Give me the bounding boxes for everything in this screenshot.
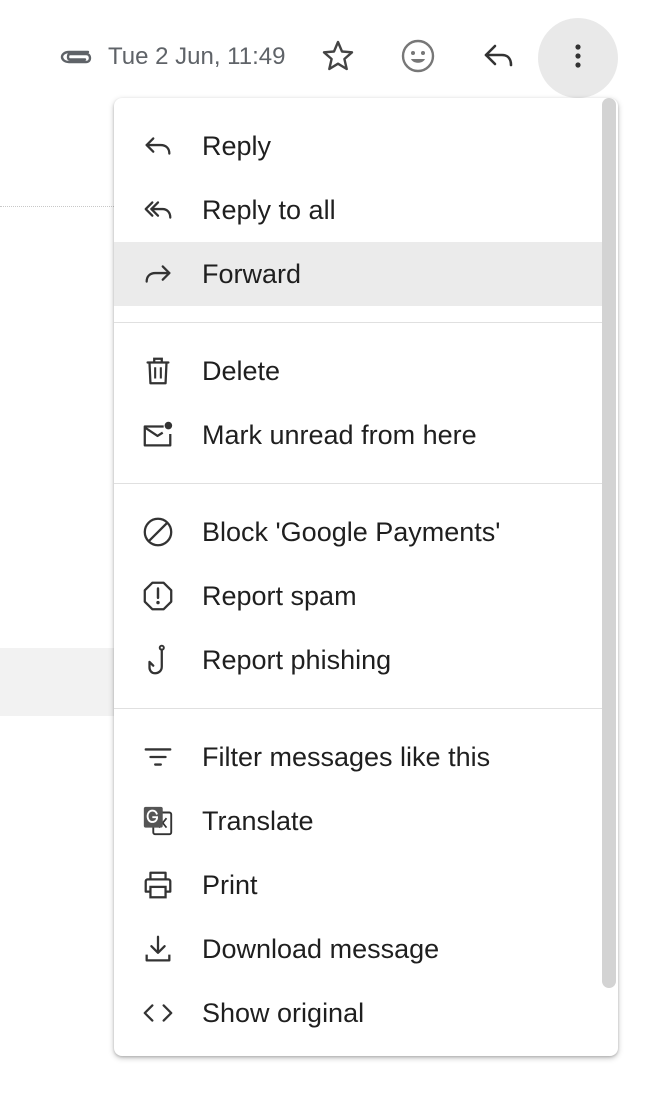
- menu-item-label: Print: [202, 870, 258, 900]
- menu-divider: [114, 322, 602, 323]
- add-reaction-button[interactable]: [378, 18, 458, 98]
- menu-item-show-original[interactable]: Show original: [114, 981, 602, 1045]
- paperclip-icon: [58, 42, 94, 70]
- menu-item-filter-messages[interactable]: Filter messages like this: [114, 725, 602, 789]
- menu-item-forward[interactable]: Forward: [114, 242, 602, 306]
- menu-item-label: Reply: [202, 131, 272, 161]
- background-row: [0, 648, 114, 716]
- report-spam-icon: [140, 578, 176, 614]
- menu-scrollbar-thumb[interactable]: [602, 98, 616, 988]
- more-vert-icon: [560, 38, 596, 79]
- star-button[interactable]: [298, 18, 378, 98]
- reply-all-icon: [140, 192, 176, 228]
- menu-items: Reply Reply to all Forward Delete Mark u…: [114, 114, 602, 1045]
- code-icon: [140, 995, 176, 1031]
- menu-item-mark-unread[interactable]: Mark unread from here: [114, 403, 602, 467]
- message-options-menu: Reply Reply to all Forward Delete Mark u…: [114, 98, 618, 1056]
- menu-item-label: Report phishing: [202, 645, 392, 675]
- menu-item-label: Reply to all: [202, 195, 336, 225]
- more-options-button[interactable]: [538, 18, 618, 98]
- filter-icon: [140, 739, 176, 775]
- menu-item-label: Translate: [202, 806, 314, 836]
- gmail-message-view: Tue 2 Jun, 11:49 Reply Reply to all Forw…: [0, 0, 652, 1096]
- reply-button[interactable]: [458, 18, 538, 98]
- phishing-hook-icon: [140, 642, 176, 678]
- menu-item-download-message[interactable]: Download message: [114, 917, 602, 981]
- menu-item-translate[interactable]: Translate: [114, 789, 602, 853]
- reply-icon: [140, 128, 176, 164]
- mark-unread-icon: [140, 417, 176, 453]
- menu-item-label: Report spam: [202, 581, 357, 611]
- menu-item-label: Filter messages like this: [202, 742, 491, 772]
- menu-item-label: Delete: [202, 356, 281, 386]
- block-icon: [140, 514, 176, 550]
- menu-divider: [114, 708, 602, 709]
- trash-icon: [140, 353, 176, 389]
- menu-item-print[interactable]: Print: [114, 853, 602, 917]
- menu-item-reply-all[interactable]: Reply to all: [114, 178, 602, 242]
- menu-item-reply[interactable]: Reply: [114, 114, 602, 178]
- message-header-toolbar: Tue 2 Jun, 11:49: [0, 0, 652, 100]
- background-divider: [0, 206, 114, 207]
- download-icon: [140, 931, 176, 967]
- menu-item-block-sender[interactable]: Block 'Google Payments': [114, 500, 602, 564]
- translate-icon: [140, 803, 176, 839]
- menu-item-label: Download message: [202, 934, 440, 964]
- star-icon: [320, 38, 356, 79]
- menu-item-label: Forward: [202, 259, 302, 289]
- menu-divider: [114, 483, 602, 484]
- emoji-icon: [400, 38, 436, 79]
- menu-item-report-spam[interactable]: Report spam: [114, 564, 602, 628]
- forward-icon: [140, 256, 176, 292]
- menu-scrollbar[interactable]: [602, 98, 616, 1056]
- menu-item-label: Block 'Google Payments': [202, 517, 501, 547]
- print-icon: [140, 867, 176, 903]
- reply-icon: [480, 38, 516, 79]
- menu-item-delete[interactable]: Delete: [114, 339, 602, 403]
- menu-item-label: Show original: [202, 998, 365, 1028]
- message-date: Tue 2 Jun, 11:49: [108, 43, 286, 70]
- menu-item-report-phishing[interactable]: Report phishing: [114, 628, 602, 692]
- menu-item-label: Mark unread from here: [202, 420, 477, 450]
